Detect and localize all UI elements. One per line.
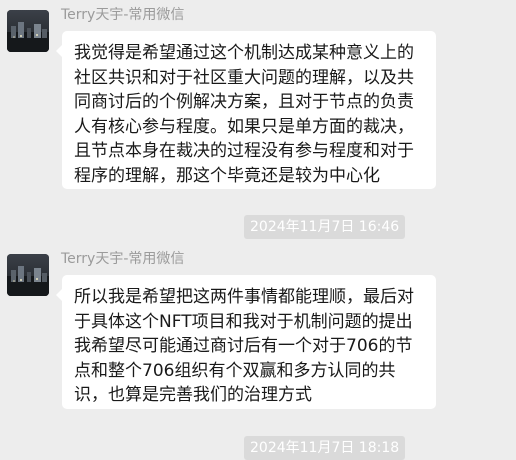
avatar-image (7, 254, 49, 296)
message-bubble[interactable]: 所以我是希望把这两件事情都能理顺，最后对于具体这个NFT项目和我对于机制问题的提… (56, 275, 436, 409)
message-bubble[interactable]: 我觉得是希望通过这个机制达成某种意义上的社区共识和对于社区重大问题的理解，以及共… (56, 31, 436, 189)
avatar[interactable] (7, 254, 49, 296)
avatar-image (7, 10, 49, 52)
sender-name: Terry天宇-常用微信 (61, 251, 185, 267)
avatar[interactable] (7, 10, 49, 52)
timestamp: 2024年11月7日 18:18 (244, 436, 406, 460)
sender-name: Terry天宇-常用微信 (61, 7, 185, 23)
timestamp: 2024年11月7日 16:46 (244, 215, 406, 239)
